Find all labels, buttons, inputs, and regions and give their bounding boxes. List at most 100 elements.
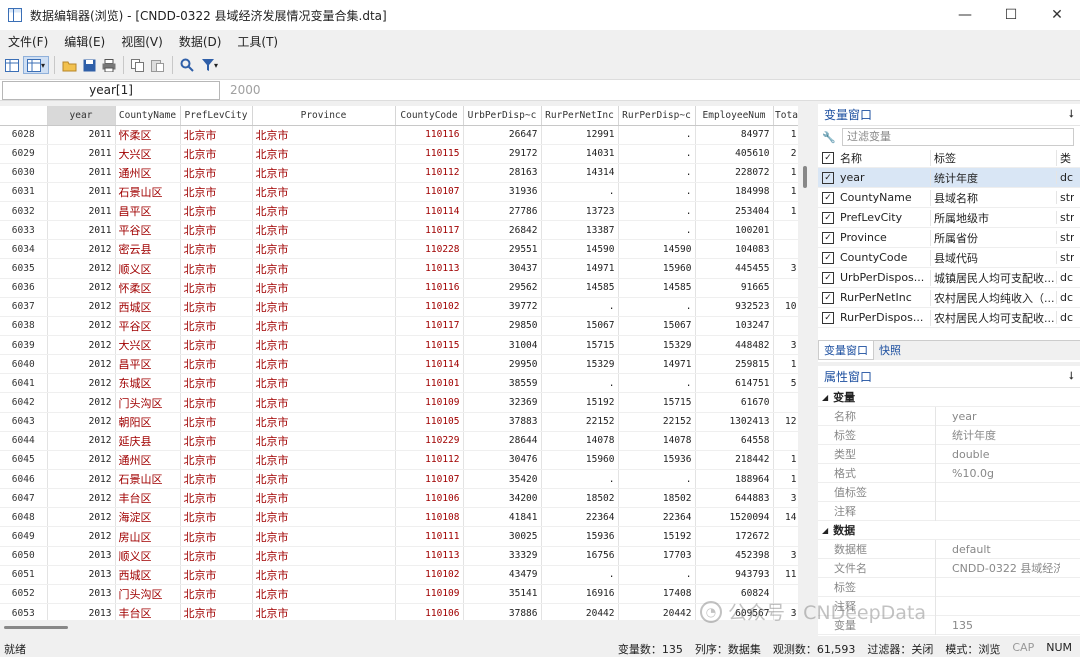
cell-value-field[interactable]: 2000 xyxy=(230,83,261,97)
cell-tota[interactable]: 1 xyxy=(773,354,801,375)
cell-countycode[interactable]: 110112 xyxy=(395,450,464,471)
property-row[interactable]: 类型 double xyxy=(818,444,1080,464)
search-icon[interactable] xyxy=(178,56,196,74)
table-row[interactable]: 6037 2012 西城区 北京市 北京市 110102 39772.. 932523 10 xyxy=(0,297,801,317)
variable-list-item[interactable]: ✓ year 统计年度 dc xyxy=(818,168,1080,188)
cell-rurpernetinc[interactable]: 18502 xyxy=(541,488,619,509)
cell-countyname[interactable]: 西城区 xyxy=(115,297,181,317)
row-number[interactable]: 6034 xyxy=(0,239,48,260)
cell-countycode[interactable]: 110116 xyxy=(395,278,464,298)
column-header-urbperdisp[interactable]: UrbPerDisp~c xyxy=(463,106,542,126)
row-number[interactable]: 6030 xyxy=(0,163,48,183)
property-row[interactable]: 格式 %10.0g xyxy=(818,463,1080,483)
cell-year[interactable]: 2013 xyxy=(47,546,116,566)
cell-tota[interactable] xyxy=(773,316,801,337)
cell-rurperdisp[interactable]: . xyxy=(618,565,696,585)
menu-data[interactable]: 数据(D) xyxy=(171,33,230,50)
cell-countyname[interactable]: 延庆县 xyxy=(115,431,181,451)
cell-urbperdisp[interactable]: 37883 xyxy=(463,412,542,432)
cell-urbperdisp[interactable]: 30025 xyxy=(463,526,542,547)
open-folder-icon[interactable] xyxy=(60,56,78,74)
cell-urbperdisp[interactable]: 28644 xyxy=(463,431,542,451)
cell-employeenum[interactable]: 188964 xyxy=(695,469,774,490)
pin-icon[interactable]: ⭣ xyxy=(1069,369,1074,383)
cell-employeenum[interactable]: 445455 xyxy=(695,258,774,279)
cell-province[interactable]: 北京市 xyxy=(252,373,396,394)
cell-rurpernetinc[interactable]: . xyxy=(541,469,619,490)
paste-icon[interactable] xyxy=(149,56,167,74)
cell-employeenum[interactable]: 64558 xyxy=(695,431,774,451)
cell-countyname[interactable]: 石景山区 xyxy=(115,182,181,203)
cell-countycode[interactable]: 110105 xyxy=(395,412,464,432)
cell-rurpernetinc[interactable]: 14585 xyxy=(541,278,619,298)
cell-employeenum[interactable]: 932523 xyxy=(695,297,774,317)
cell-urbperdisp[interactable]: 41841 xyxy=(463,507,542,528)
cell-rurpernetinc[interactable]: 13723 xyxy=(541,201,619,222)
cell-urbperdisp[interactable]: 30437 xyxy=(463,258,542,279)
cell-countyname[interactable]: 石景山区 xyxy=(115,469,181,490)
cell-countycode[interactable]: 110106 xyxy=(395,488,464,509)
save-icon[interactable] xyxy=(80,56,98,74)
cell-employeenum[interactable]: 218442 xyxy=(695,450,774,471)
row-number[interactable]: 6036 xyxy=(0,278,48,298)
row-number[interactable]: 6033 xyxy=(0,220,48,241)
cell-urbperdisp[interactable]: 29172 xyxy=(463,144,542,164)
cell-rurpernetinc[interactable]: 14031 xyxy=(541,144,619,164)
variable-list-item[interactable]: ✓ RurPerDispos... 农村居民人均可支配收... dc xyxy=(818,308,1080,328)
cell-rurperdisp[interactable]: 15192 xyxy=(618,526,696,547)
cell-rurpernetinc[interactable]: 14314 xyxy=(541,163,619,183)
cell-province[interactable]: 北京市 xyxy=(252,469,396,490)
cell-employeenum[interactable]: 184998 xyxy=(695,182,774,203)
cell-province[interactable]: 北京市 xyxy=(252,316,396,337)
cell-tota[interactable]: 3 xyxy=(773,335,801,356)
cell-countyname[interactable]: 昌平区 xyxy=(115,201,181,222)
cell-countycode[interactable]: 110102 xyxy=(395,297,464,317)
cell-year[interactable]: 2012 xyxy=(47,488,116,509)
column-header-countyname[interactable]: CountyName xyxy=(115,106,181,126)
print-icon[interactable] xyxy=(100,56,118,74)
cell-rurperdisp[interactable]: . xyxy=(618,182,696,203)
cell-province[interactable]: 北京市 xyxy=(252,125,396,145)
cell-preflevcity[interactable]: 北京市 xyxy=(180,182,253,203)
cell-preflevcity[interactable]: 北京市 xyxy=(180,125,253,145)
cell-preflevcity[interactable]: 北京市 xyxy=(180,450,253,471)
cell-preflevcity[interactable]: 北京市 xyxy=(180,469,253,490)
cell-urbperdisp[interactable]: 35141 xyxy=(463,584,542,605)
cell-year[interactable]: 2012 xyxy=(47,412,116,432)
cell-tota[interactable]: 1 xyxy=(773,201,801,222)
property-row[interactable]: 数据框 default xyxy=(818,539,1080,559)
cell-rurperdisp[interactable]: . xyxy=(618,163,696,183)
property-row[interactable]: 标签 统计年度 xyxy=(818,425,1080,445)
cell-countycode[interactable]: 110101 xyxy=(395,373,464,394)
cell-tota[interactable] xyxy=(773,392,801,413)
cell-employeenum[interactable]: 644883 xyxy=(695,488,774,509)
cell-countycode[interactable]: 110109 xyxy=(395,392,464,413)
cell-employeenum[interactable]: 228072 xyxy=(695,163,774,183)
variable-checkbox[interactable]: ✓ xyxy=(822,231,834,244)
cell-year[interactable]: 2011 xyxy=(47,163,116,183)
cell-rurperdisp[interactable]: 14078 xyxy=(618,431,696,451)
cell-tota[interactable]: 1 xyxy=(773,125,801,145)
variable-checkbox[interactable]: ✓ xyxy=(822,211,834,224)
column-header-label[interactable]: 标签 xyxy=(930,149,1056,166)
column-header-province[interactable]: Province xyxy=(252,106,396,126)
table-row[interactable]: 6033 2011 平谷区 北京市 北京市 110117 26842 13387. 100201 xyxy=(0,220,801,241)
row-number[interactable]: 6043 xyxy=(0,412,48,432)
cell-countycode[interactable]: 110107 xyxy=(395,182,464,203)
cell-countycode[interactable]: 110112 xyxy=(395,163,464,183)
cell-countycode[interactable]: 110113 xyxy=(395,258,464,279)
property-section[interactable]: ◢ 变量 xyxy=(818,388,1080,407)
cell-preflevcity[interactable]: 北京市 xyxy=(180,431,253,451)
cell-urbperdisp[interactable]: 27786 xyxy=(463,201,542,222)
row-number[interactable]: 6039 xyxy=(0,335,48,356)
cell-tota[interactable]: 1 xyxy=(773,182,801,203)
cell-year[interactable]: 2012 xyxy=(47,278,116,298)
row-number[interactable]: 6052 xyxy=(0,584,48,605)
row-number[interactable]: 6042 xyxy=(0,392,48,413)
cell-urbperdisp[interactable]: 28163 xyxy=(463,163,542,183)
cell-rurpernetinc[interactable]: 14078 xyxy=(541,431,619,451)
cell-tota[interactable]: 11 xyxy=(773,565,801,585)
cell-year[interactable]: 2013 xyxy=(47,584,116,605)
cell-province[interactable]: 北京市 xyxy=(252,163,396,183)
cell-urbperdisp[interactable]: 30476 xyxy=(463,450,542,471)
